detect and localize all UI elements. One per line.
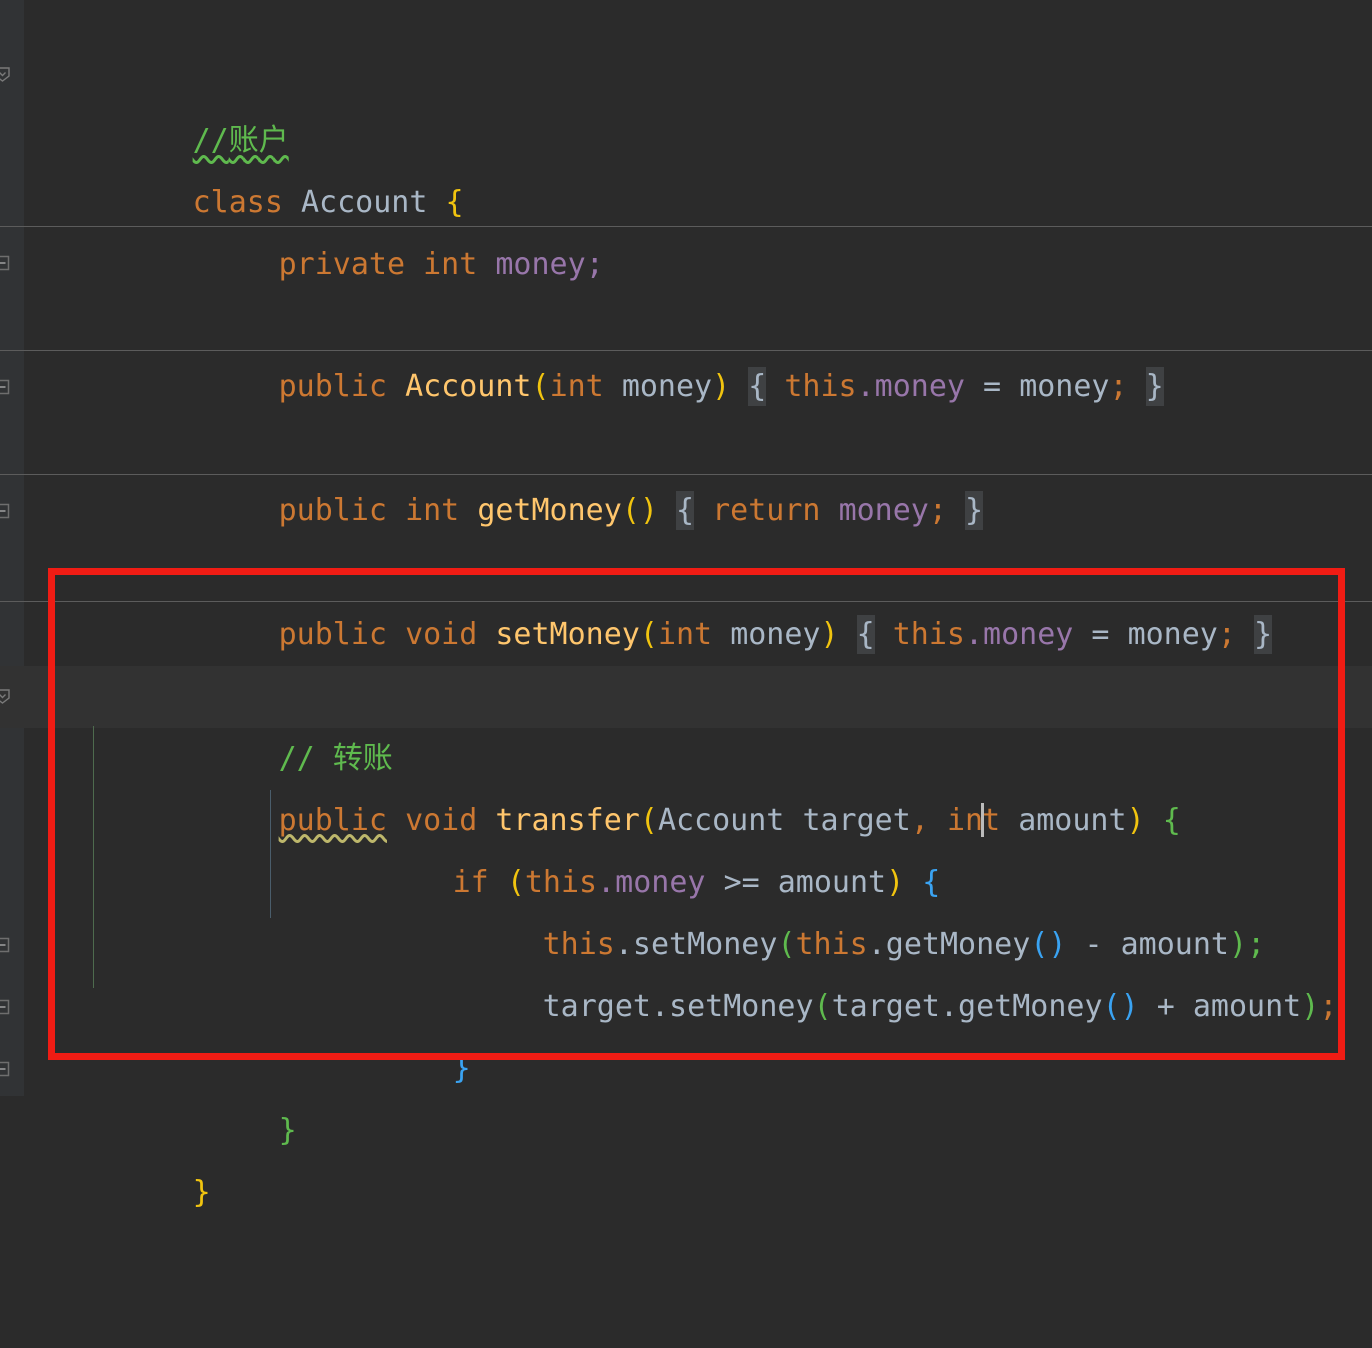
code-line-debit-self[interactable]: this.setMoney(this.getMoney() - amount); — [0, 790, 1372, 962]
fold-shield-icon[interactable] — [0, 66, 11, 83]
indent-guide-if-block — [270, 790, 271, 918]
code-line-credit-target[interactable]: target.setMoney(target.getMoney() + amou… — [0, 852, 1372, 1024]
code-editor[interactable]: //账户 class Account { private int money; … — [0, 0, 1372, 1210]
code-line-if-statement[interactable]: if (this.money >= amount) { — [0, 728, 1372, 900]
code-line-field-money[interactable]: private int money; — [0, 110, 1372, 282]
fold-expand-icon[interactable] — [0, 502, 11, 519]
brace-close-method: } — [278, 1113, 297, 1148]
code-line-class-declaration[interactable]: class Account { — [0, 48, 1372, 220]
code-line-close-if[interactable]: } — [0, 914, 1372, 1086]
code-line-close-class[interactable]: } — [0, 1038, 1372, 1210]
code-line-close-method[interactable]: } — [0, 976, 1372, 1148]
code-line-constructor-account[interactable]: public Account(int money) { this.money =… — [0, 232, 1372, 406]
code-line-method-setmoney[interactable]: public void setMoney(int money) { this.m… — [0, 480, 1372, 654]
fold-expand-icon[interactable] — [0, 1060, 11, 1077]
brace-close-class: } — [192, 1175, 211, 1210]
fold-expand-icon[interactable] — [0, 936, 11, 953]
code-line-comment-account[interactable]: //账户 — [0, 0, 1372, 158]
fold-shield-icon[interactable] — [0, 688, 11, 705]
code-line-method-getmoney[interactable]: public int getMoney() { return money; } — [0, 356, 1372, 530]
code-line-comment-transfer[interactable]: // 转账 — [0, 604, 1372, 776]
fold-expand-icon[interactable] — [0, 254, 11, 271]
code-line-method-transfer[interactable]: public void transfer(Account target, int… — [0, 666, 1372, 838]
fold-expand-icon[interactable] — [0, 998, 11, 1015]
indent-guide-method — [93, 726, 94, 988]
fold-expand-icon[interactable] — [0, 378, 11, 395]
